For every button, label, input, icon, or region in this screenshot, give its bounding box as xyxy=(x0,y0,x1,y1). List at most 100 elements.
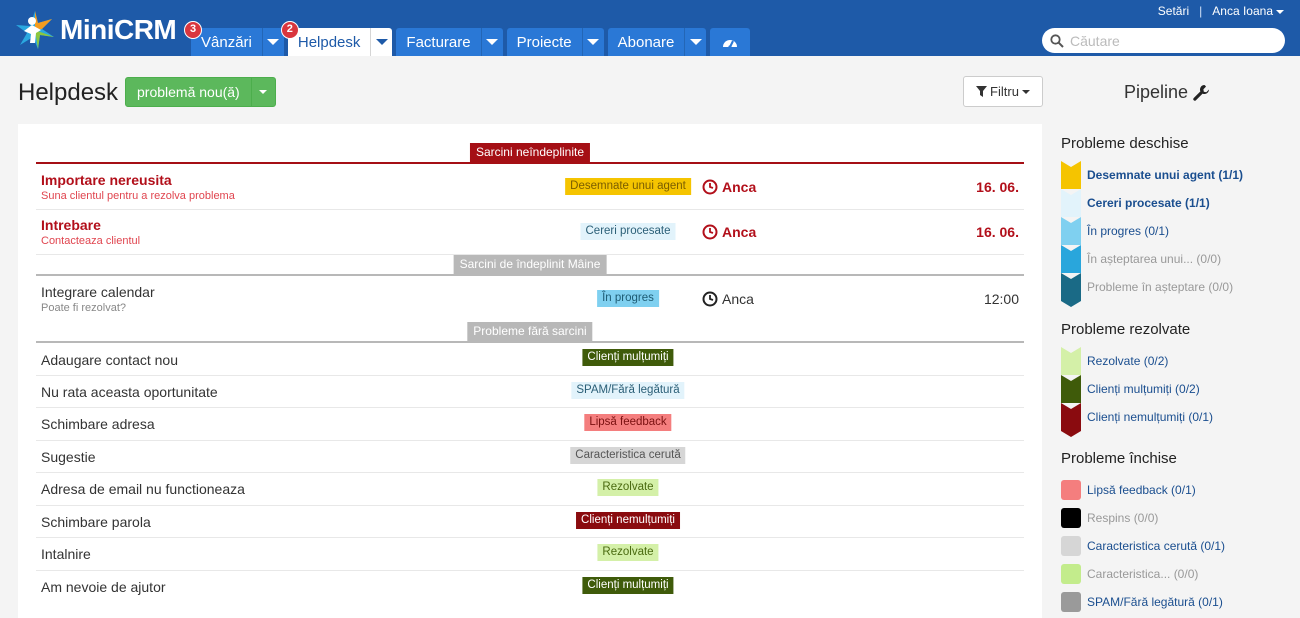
minicrm-logo-icon[interactable] xyxy=(14,9,56,51)
nav-tab-dropdown-button[interactable] xyxy=(581,28,604,56)
pipeline-stage[interactable]: În așteptarea unui... (0/0) xyxy=(1061,245,1300,273)
stage-label[interactable]: SPAM/Fără legătură (0/1) xyxy=(1087,595,1223,609)
stage-chevron xyxy=(1061,273,1081,307)
issue-title[interactable]: Intalnire xyxy=(41,546,91,562)
pipeline-group-title-resolved: Probleme rezolvate xyxy=(1061,321,1191,338)
task-row[interactable]: Intrebare Contacteaza clientul Cereri pr… xyxy=(36,210,1024,255)
nav-tab-facturare[interactable]: Facturare xyxy=(396,28,503,56)
issue-row[interactable]: Nu rata aceasta oportunitate SPAM/Fără l… xyxy=(36,376,1024,408)
nav-tab-dropdown-button[interactable] xyxy=(684,28,706,56)
task-row[interactable]: Integrare calendar Poate fi rezolvat? În… xyxy=(36,277,1024,322)
app-name[interactable]: MiniCRM xyxy=(60,14,177,46)
status-badge: Clienți nemulțumiți xyxy=(576,512,680,529)
task-title[interactable]: Integrare calendar xyxy=(41,284,155,300)
stage-chevron xyxy=(1061,347,1081,375)
stage-chevron xyxy=(1061,217,1081,245)
stage-label[interactable]: În progres (0/1) xyxy=(1087,224,1169,238)
nav-tab-helpdesk[interactable]: 2 Helpdesk xyxy=(280,21,393,56)
caret-down-icon xyxy=(1276,9,1284,14)
issue-title[interactable]: Schimbare adresa xyxy=(41,416,155,432)
clock-icon xyxy=(702,179,718,195)
issue-title[interactable]: Am nevoie de ajutor xyxy=(41,579,166,595)
pipeline-stage[interactable]: SPAM/Fără legătură (0/1) xyxy=(1061,588,1300,616)
nav-tab-label[interactable]: Helpdesk xyxy=(288,28,371,56)
nav-tab-label[interactable]: Proiecte xyxy=(507,28,582,56)
pipeline-stage[interactable]: În progres (0/1) xyxy=(1061,217,1300,245)
issue-title[interactable]: Sugestie xyxy=(41,449,95,465)
issue-title[interactable]: Adaugare contact nou xyxy=(41,352,178,368)
issue-row[interactable]: Adresa de email nu functioneaza Rezolvat… xyxy=(36,473,1024,506)
search-input[interactable] xyxy=(1070,32,1270,49)
task-title[interactable]: Importare nereusita xyxy=(41,172,172,188)
stage-color-swatch xyxy=(1061,480,1081,500)
issue-row[interactable]: Schimbare parola Clienți nemulțumiți xyxy=(36,506,1024,538)
pipeline-stage[interactable]: Clienți mulțumiți (0/2) xyxy=(1061,375,1300,403)
pipeline-stage[interactable]: Rezolvate (0/2) xyxy=(1061,347,1300,375)
issue-row[interactable]: Adaugare contact nou Clienți mulțumiți xyxy=(36,343,1024,376)
owner-name: Anca xyxy=(722,224,757,240)
nav-tab-dropdown-button[interactable] xyxy=(480,28,503,56)
stage-color-swatch xyxy=(1061,564,1081,584)
stage-label[interactable]: Cereri procesate (1/1) xyxy=(1087,196,1210,210)
nav-tab-dropdown-button[interactable] xyxy=(370,28,392,56)
nav-tab-label[interactable]: Facturare xyxy=(396,28,480,56)
section-label-no-tasks: Probleme fără sarcini xyxy=(467,322,593,341)
stage-label[interactable]: Clienți mulțumiți (0/2) xyxy=(1087,382,1200,396)
stage-label[interactable]: Caracteristica cerută (0/1) xyxy=(1087,539,1225,553)
task-row[interactable]: Importare nereusita Suna clientul pentru… xyxy=(36,165,1024,210)
pipeline-stage[interactable]: Probleme în așteptare (0/0) xyxy=(1061,273,1300,307)
stage-label[interactable]: Caracteristica... (0/0) xyxy=(1087,567,1198,581)
pipeline-stage[interactable]: Clienți nemulțumiți (0/1) xyxy=(1061,403,1300,437)
pipeline-stage[interactable]: Cereri procesate (1/1) xyxy=(1061,189,1300,217)
nav-tab-vanzari[interactable]: 3 Vânzări xyxy=(184,21,284,56)
pipeline-label: Pipeline xyxy=(1124,82,1189,102)
stage-label[interactable]: Respins (0/0) xyxy=(1087,511,1158,525)
stage-label[interactable]: Desemnate unui agent (1/1) xyxy=(1087,168,1243,182)
stage-color-swatch xyxy=(1061,508,1081,528)
status-badge: SPAM/Fără legătură xyxy=(571,382,685,399)
filter-label: Filtru xyxy=(990,84,1019,99)
stage-label[interactable]: Lipsă feedback (0/1) xyxy=(1087,483,1196,497)
search-box[interactable] xyxy=(1042,28,1285,53)
owner-name: Anca xyxy=(722,291,754,307)
issue-title[interactable]: Nu rata aceasta oportunitate xyxy=(41,384,218,400)
clock-icon xyxy=(702,291,718,307)
nav-tab-label[interactable]: Abonare xyxy=(608,28,685,56)
nav-tab-abonare[interactable]: Abonare xyxy=(607,28,707,56)
user-menu[interactable]: Anca Ioana xyxy=(1212,4,1284,18)
user-links: Setări | Anca Ioana xyxy=(1158,4,1284,18)
issue-title[interactable]: Adresa de email nu functioneaza xyxy=(41,481,245,497)
pipeline-stage[interactable]: Caracteristica... (0/0) xyxy=(1061,560,1300,588)
notification-badge: 2 xyxy=(280,21,299,39)
separator: | xyxy=(1199,4,1203,18)
new-issue-dropdown-button[interactable] xyxy=(250,78,275,106)
caret-down-icon xyxy=(1021,89,1030,94)
new-issue-button-group: problemă nou(ă) xyxy=(125,77,276,107)
pipeline-stage[interactable]: Lipsă feedback (0/1) xyxy=(1061,476,1300,504)
pipeline-stage[interactable]: Caracteristica cerută (0/1) xyxy=(1061,532,1300,560)
pipeline-stage[interactable]: Desemnate unui agent (1/1) xyxy=(1061,161,1300,189)
task-subtitle: Contacteaza clientul xyxy=(41,235,141,247)
user-name: Anca Ioana xyxy=(1212,4,1273,18)
filter-button[interactable]: Filtru xyxy=(963,76,1043,107)
wrench-icon[interactable] xyxy=(1192,84,1210,102)
issue-row[interactable]: Intalnire Rezolvate xyxy=(36,538,1024,571)
stage-label[interactable]: În așteptarea unui... (0/0) xyxy=(1087,252,1221,266)
issue-row[interactable]: Sugestie Caracteristica cerută xyxy=(36,441,1024,473)
issue-row[interactable]: Am nevoie de ajutor Clienți mulțumiți xyxy=(36,571,1024,603)
owner-name: Anca xyxy=(722,179,757,195)
dashboard-icon xyxy=(723,40,738,48)
new-issue-button[interactable]: problemă nou(ă) xyxy=(126,78,251,106)
nav-tab-dashboard[interactable] xyxy=(710,28,751,56)
task-title[interactable]: Intrebare xyxy=(41,217,101,233)
issue-title[interactable]: Schimbare parola xyxy=(41,514,151,530)
issue-row[interactable]: Schimbare adresa Lipsă feedback xyxy=(36,408,1024,441)
pipeline-stage[interactable]: Respins (0/0) xyxy=(1061,504,1300,532)
stage-label[interactable]: Clienți nemulțumiți (0/1) xyxy=(1087,410,1213,424)
nav-tab-proiecte[interactable]: Proiecte xyxy=(506,28,604,56)
stage-label[interactable]: Probleme în așteptare (0/0) xyxy=(1087,280,1233,294)
stage-label[interactable]: Rezolvate (0/2) xyxy=(1087,354,1168,368)
settings-link[interactable]: Setări xyxy=(1158,4,1189,18)
status-badge: Rezolvate xyxy=(597,544,659,561)
status-badge: Lipsă feedback xyxy=(584,414,672,431)
